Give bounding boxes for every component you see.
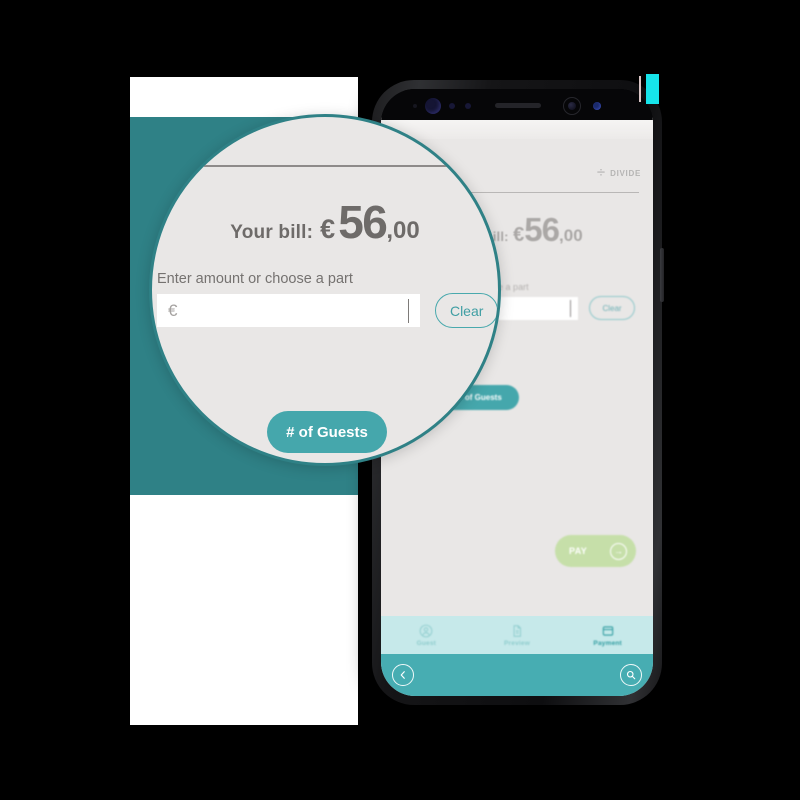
divide-label: DIVIDE — [610, 169, 641, 178]
system-bottom-bar — [381, 654, 653, 696]
front-camera-icon — [425, 98, 441, 114]
document-icon — [510, 624, 524, 638]
screen-status-area — [381, 117, 653, 139]
chevron-left-icon[interactable] — [392, 664, 414, 686]
currency-prefix: € — [168, 300, 178, 320]
screen-bill-currency: € — [513, 224, 525, 246]
bill-currency: € — [320, 214, 336, 244]
pay-button-label: PAY — [569, 546, 588, 556]
amount-input-row: € Clear — [157, 293, 498, 328]
earpiece-speaker-icon — [495, 103, 541, 108]
user-icon — [419, 624, 433, 638]
magnified-divider — [204, 165, 478, 167]
tab-guest-label: Guest — [416, 639, 437, 647]
divide-icon: ÷ — [596, 164, 606, 181]
screenshot-stage: ÷ DIVIDE Your bill: €56,00 Enter amount … — [0, 0, 800, 800]
tab-payment-label: Payment — [593, 639, 622, 647]
divide-button[interactable]: ÷ DIVIDE — [596, 164, 641, 181]
bill-cents: ,00 — [386, 217, 420, 244]
led-indicator-icon — [593, 102, 601, 110]
accent-mark — [646, 74, 659, 104]
tab-payment[interactable]: Payment — [562, 616, 653, 654]
bill-label: Your bill: — [230, 222, 314, 243]
tab-preview-label: Preview — [504, 639, 530, 647]
iris-scanner-icon — [563, 97, 581, 115]
search-icon[interactable] — [620, 664, 642, 686]
power-button[interactable] — [660, 248, 664, 302]
arrow-right-icon: → — [610, 542, 627, 560]
tab-guest[interactable]: Guest — [381, 616, 472, 654]
accent-mark-thin — [639, 76, 641, 102]
sensor-icon — [465, 103, 471, 109]
pay-button[interactable]: PAY → — [555, 535, 636, 567]
bottom-tab-bar: Guest Preview Payment — [381, 616, 653, 654]
screen-bill-amount: 56 — [524, 211, 560, 248]
screen-clear-button[interactable]: Clear — [589, 296, 635, 320]
amount-input[interactable]: € — [157, 294, 421, 327]
text-caret — [407, 299, 410, 323]
text-caret — [570, 299, 571, 317]
amount-hint: Enter amount or choose a part — [157, 271, 353, 287]
magnifier-circle: Your bill: €56,00 Enter amount or choose … — [149, 114, 501, 466]
bill-total: Your bill: €56,00 — [152, 195, 498, 249]
sensor-icon — [449, 103, 455, 109]
sensor-icon — [413, 104, 417, 108]
bill-amount: 56 — [338, 196, 388, 248]
clear-button[interactable]: Clear — [435, 293, 498, 328]
tab-preview[interactable]: Preview — [472, 616, 563, 654]
card-icon — [601, 624, 615, 638]
screen-bill-cents: ,00 — [559, 226, 583, 245]
guests-button[interactable]: # of Guests — [267, 411, 387, 453]
phone-top-bezel — [381, 89, 653, 120]
